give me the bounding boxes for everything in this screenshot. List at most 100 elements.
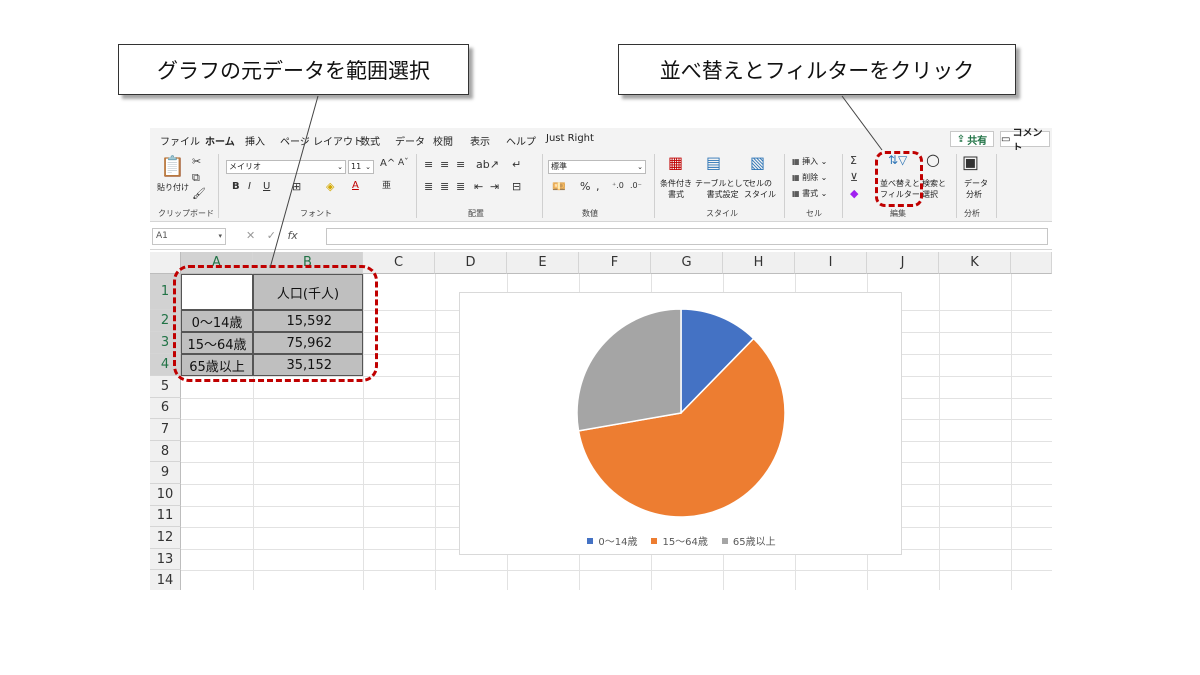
tab-insert[interactable]: 挿入 [245,133,265,148]
sort-filter-highlight [875,151,923,207]
row-header-6[interactable]: 6 [150,397,181,420]
enter-icon[interactable]: ✓ [267,229,276,242]
tab-data[interactable]: データ [395,133,425,148]
row-header-11[interactable]: 11 [150,505,181,528]
fill-color-icon[interactable]: ◈ [326,181,334,192]
column-gridline [435,274,436,590]
find-select-label-1[interactable]: 検索と [922,178,946,189]
number-format-combo[interactable]: 標準 ⌄ [548,160,646,174]
cut-icon[interactable]: ✂ [192,156,201,167]
tab-just-right[interactable]: Just Right [546,133,594,144]
pie-slice-3[interactable] [576,308,682,432]
column-header-j[interactable]: J [867,252,939,274]
tab-page-layout[interactable]: ページ レイアウト [280,133,363,148]
paste-icon[interactable]: 📋 [160,156,185,176]
row-header-8[interactable]: 8 [150,440,181,463]
chevron-down-icon: ⌄ [637,163,643,171]
insert-cells-button[interactable]: ▦ 挿入 ⌄ [792,156,827,167]
align-center-icon[interactable]: ≣ [440,181,449,192]
font-size-combo[interactable]: 11 ⌄ [348,160,374,174]
merge-icon[interactable]: ⊟ [512,181,521,192]
bold-button[interactable]: B [232,182,240,192]
wrap-text-icon[interactable]: ↵ [512,159,521,170]
tab-review[interactable]: 校閲 [433,133,453,148]
format-as-table-icon[interactable]: ▤ [706,155,721,171]
orientation-icon[interactable]: ab↗ [476,159,499,170]
format-painter-icon[interactable]: 🖌 [192,188,206,199]
formula-bar: A1 ▾ ✕ ✓ fx [150,224,1052,250]
legend-swatch [587,537,594,544]
tab-help[interactable]: ヘルプ [506,133,536,148]
data-analysis-label-2[interactable]: 分析 [966,189,982,200]
row-header-12[interactable]: 12 [150,527,181,549]
column-header-f[interactable]: F [579,252,651,274]
cell-styles-icon[interactable]: ▧ [750,155,765,171]
font-color-icon[interactable]: A [352,181,359,191]
comment-button[interactable]: ▭ コメント [1000,128,1050,154]
tab-view[interactable]: 表示 [470,133,490,148]
align-top-icon[interactable]: ≡ [424,159,433,170]
pie-chart[interactable]: 0～14歳 15～64歳 65歳以上 [459,292,902,555]
align-left-icon[interactable]: ≣ [424,181,433,192]
align-middle-icon[interactable]: ≡ [440,159,449,170]
column-header-k[interactable]: K [939,252,1011,274]
column-gridline [1011,274,1012,590]
comma-icon[interactable]: , [596,181,600,192]
data-analysis-label-1[interactable]: データ [964,178,988,189]
formula-input[interactable] [326,228,1048,245]
row-header-7[interactable]: 7 [150,419,181,441]
clear-icon[interactable]: ◆ [850,188,858,199]
find-select-icon[interactable]: ○ [926,152,940,168]
row-header-13[interactable]: 13 [150,548,181,571]
row-header-10[interactable]: 10 [150,484,181,506]
column-header-h[interactable]: H [723,252,795,274]
cell-styles-label[interactable]: セルの スタイル [744,178,776,200]
paste-label[interactable]: 貼り付け [157,182,189,193]
indent-increase-icon[interactable]: ⇥ [490,181,499,192]
autosum-button[interactable]: Σ [850,155,857,166]
row-header-9[interactable]: 9 [150,462,181,484]
indent-decrease-icon[interactable]: ⇤ [474,181,483,192]
formula-icons: ✕ ✓ fx [246,229,298,242]
currency-icon[interactable]: 💴 [552,181,566,192]
column-header-extra [1011,252,1052,274]
underline-button[interactable]: U [263,182,270,192]
align-right-icon[interactable]: ≣ [456,181,465,192]
percent-button[interactable]: % [580,181,590,192]
conditional-format-label[interactable]: 条件付き 書式 [660,178,692,200]
border-icon[interactable]: ⊞ [292,181,301,192]
fill-icon[interactable]: ⊻ [850,172,858,183]
pie-chart-plot [576,308,786,518]
cancel-icon[interactable]: ✕ [246,229,255,242]
fx-button[interactable]: fx [287,229,297,242]
data-analysis-icon[interactable]: ▣ [962,154,979,172]
column-header-e[interactable]: E [507,252,579,274]
row-header-5[interactable]: 5 [150,376,181,398]
share-button[interactable]: ⇪ 共有 [950,131,994,147]
copy-icon[interactable]: ⧉ [192,172,200,183]
format-cells-button[interactable]: ▦ 書式 ⌄ [792,188,827,199]
font-grow-icon[interactable]: A^ [380,159,395,169]
increase-decimal-icon[interactable]: ⁺.0 [612,182,624,190]
font-shrink-icon[interactable]: Aˇ [398,159,409,168]
callout-click-sort-filter: 並べ替えとフィルターをクリック [618,44,1016,95]
row-header-14[interactable]: 14 [150,570,181,590]
find-select-label-2[interactable]: 選択 [922,189,938,200]
format-as-table-label[interactable]: テーブルとして 書式設定 [695,178,750,200]
column-header-d[interactable]: D [435,252,507,274]
conditional-format-icon[interactable]: ▦ [668,155,683,171]
styles-group-label: スタイル [706,209,738,218]
align-bottom-icon[interactable]: ≡ [456,159,465,170]
tab-formulas[interactable]: 数式 [360,133,380,148]
italic-button[interactable]: I [248,182,251,192]
font-name-combo[interactable]: メイリオ ⌄ [226,160,346,174]
legend-item: 15～64歳 [651,533,708,548]
column-header-g[interactable]: G [651,252,723,274]
delete-cells-button[interactable]: ▦ 削除 ⌄ [792,172,827,183]
tab-file[interactable]: ファイル [160,133,200,148]
analysis-group-label: 分析 [964,209,980,218]
phonetic-icon[interactable]: 亜 [382,182,391,191]
decrease-decimal-icon[interactable]: .0⁻ [630,182,642,190]
column-header-i[interactable]: I [795,252,867,274]
name-box[interactable]: A1 ▾ [152,228,226,245]
